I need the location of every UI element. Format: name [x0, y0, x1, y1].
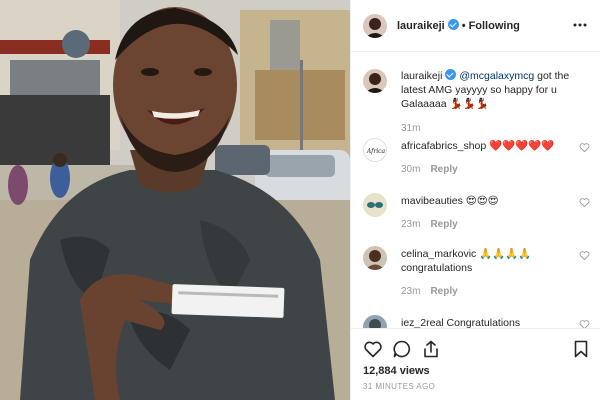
- post-sidebar: lauraikeji • Following lauraikeji @mcgalax…: [350, 0, 600, 400]
- verified-badge-icon: [445, 69, 457, 80]
- following-button[interactable]: Following: [469, 20, 520, 32]
- comment-text: iez_2real Congratulations: [401, 316, 579, 328]
- comment-username[interactable]: africafabrics_shop: [401, 140, 486, 152]
- video-frame-illustration: [0, 0, 350, 400]
- africa-logo-text: Africa: [366, 148, 386, 155]
- comment-meta: 23m Reply: [401, 286, 458, 297]
- reply-button[interactable]: Reply: [430, 219, 457, 230]
- comment-username[interactable]: iez_2real: [401, 317, 444, 328]
- like-comment-icon[interactable]: [579, 142, 590, 153]
- post-timestamp[interactable]: 31 MINUTES AGO: [363, 382, 435, 391]
- mention-link[interactable]: @mcgalaxymcg: [459, 70, 534, 82]
- comments-list[interactable]: lauraikeji @mcgalaxymcg got the latest A…: [351, 53, 600, 328]
- comment-text: africafabrics_shop ❤️❤️❤️❤️❤️: [401, 139, 579, 153]
- post-video[interactable]: [0, 0, 350, 400]
- commenter-avatar[interactable]: [363, 315, 387, 328]
- comment-time: 23m: [401, 219, 421, 230]
- author-line: lauraikeji • Following: [397, 19, 520, 32]
- reply-button[interactable]: Reply: [430, 286, 457, 297]
- comment-meta: 30m Reply: [401, 164, 458, 175]
- commenter-avatar[interactable]: [363, 246, 387, 270]
- verified-badge-icon: [447, 19, 459, 30]
- like-comment-icon[interactable]: [579, 250, 590, 261]
- post-footer: 12,884 views 31 MINUTES AGO: [351, 328, 600, 400]
- post-header: lauraikeji • Following: [351, 0, 600, 52]
- reply-button[interactable]: Reply: [430, 164, 457, 175]
- view-count[interactable]: 12,884 views: [363, 365, 430, 377]
- comment-username[interactable]: lauraikeji: [401, 70, 442, 82]
- share-icon[interactable]: [421, 339, 441, 359]
- commenter-avatar[interactable]: Africa: [363, 138, 387, 162]
- comment-username[interactable]: mavibeauties: [401, 195, 463, 207]
- comment-text: celina_markovic 🙏🙏🙏🙏 congratulations: [401, 247, 579, 275]
- comment-text: lauraikeji @mcgalaxymcg got the latest A…: [401, 69, 579, 111]
- comment-body: Congratulations: [443, 317, 521, 328]
- more-options-icon[interactable]: [573, 18, 587, 32]
- bookmark-icon[interactable]: [571, 339, 591, 359]
- separator-dot: •: [461, 20, 466, 32]
- heart-icon[interactable]: [363, 339, 383, 359]
- comment-time: 23m: [401, 286, 421, 297]
- author-avatar[interactable]: [363, 14, 387, 38]
- comment-username[interactable]: celina_markovic: [401, 248, 476, 260]
- comment-body: 😍😍😍: [462, 195, 499, 207]
- comment-time: 30m: [401, 164, 421, 175]
- commenter-avatar[interactable]: [363, 69, 387, 93]
- commenter-avatar[interactable]: [363, 193, 387, 217]
- like-comment-icon[interactable]: [579, 319, 590, 328]
- comment-meta: 23m Reply: [401, 219, 458, 230]
- author-username[interactable]: lauraikeji: [397, 20, 445, 32]
- comment-body: ❤️❤️❤️❤️❤️: [486, 140, 555, 152]
- like-comment-icon[interactable]: [579, 197, 590, 208]
- comment-time: 31m: [401, 123, 421, 134]
- comment-icon[interactable]: [392, 339, 412, 359]
- comment-text: mavibeauties 😍😍😍: [401, 194, 579, 208]
